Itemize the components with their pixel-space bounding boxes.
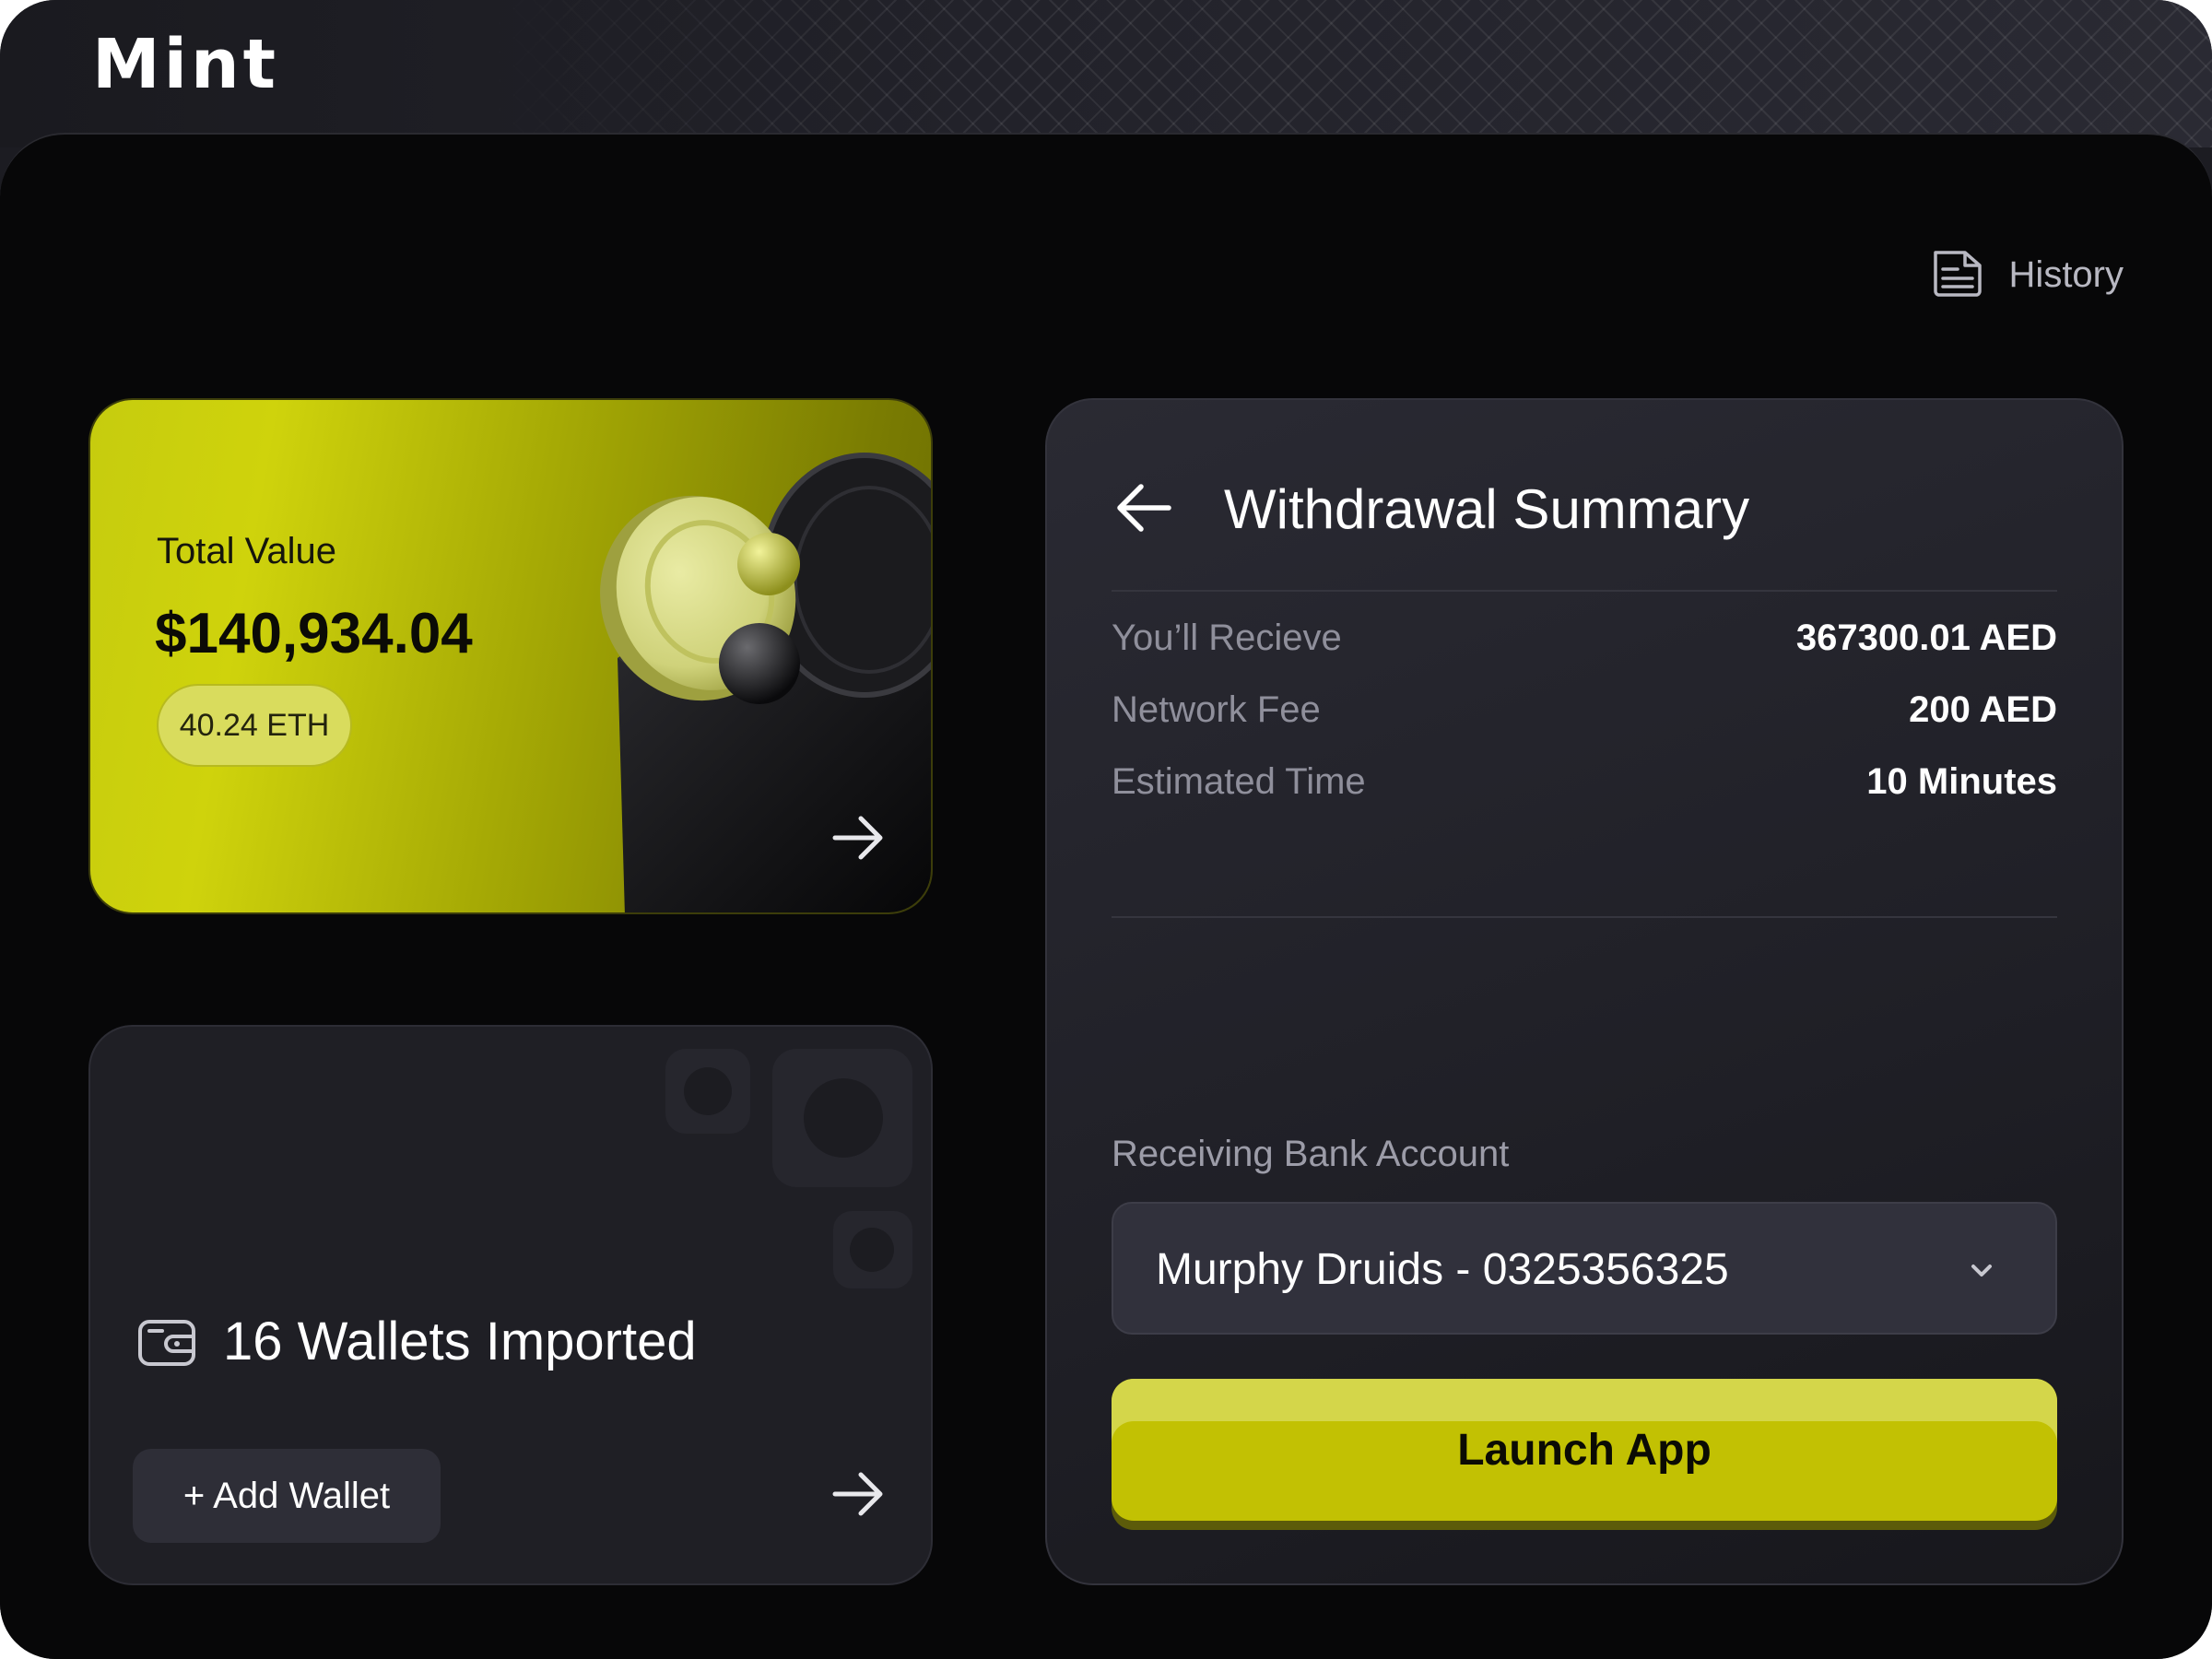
summary-row-value: 367300.01 AED bbox=[1795, 618, 2057, 658]
summary-row-value: 200 AED bbox=[1909, 689, 2057, 730]
bank-account-label: Receiving Bank Account bbox=[1112, 1134, 1510, 1174]
wallet-icon bbox=[138, 1319, 195, 1366]
bank-account-select[interactable]: Murphy Druids - 0325356325 bbox=[1112, 1202, 2057, 1335]
summary-row-estimated-time: Estimated Time 10 Minutes bbox=[1112, 761, 2057, 803]
wallets-imported-count: 16 Wallets Imported bbox=[223, 1312, 697, 1371]
summary-row-label: You’ll Recieve bbox=[1112, 618, 1342, 658]
total-value-card[interactable]: Total Value $140,934.04 40.24 ETH bbox=[88, 398, 933, 914]
decorative-dot bbox=[850, 1228, 894, 1272]
top-bar: Mint bbox=[0, 0, 2212, 147]
summary-row-label: Network Fee bbox=[1112, 689, 1321, 730]
summary-row-label: Estimated Time bbox=[1112, 761, 1366, 802]
add-wallet-button[interactable]: + Add Wallet bbox=[133, 1449, 441, 1543]
hatch-pattern bbox=[479, 0, 2212, 147]
total-value-amount: $140,934.04 bbox=[155, 602, 473, 665]
chevron-down-icon bbox=[1971, 1265, 1992, 1277]
divider bbox=[1112, 916, 2057, 918]
wallets-title: 16 Wallets Imported bbox=[136, 1311, 697, 1372]
history-button[interactable]: History bbox=[1930, 247, 2124, 303]
total-value-label: Total Value bbox=[157, 531, 336, 571]
divider bbox=[1112, 590, 2057, 592]
app-window: Mint History Total Value $140,934.04 40.… bbox=[0, 0, 2212, 1659]
launch-app-button[interactable]: Launch App bbox=[1112, 1379, 2057, 1521]
history-label: History bbox=[2008, 254, 2124, 295]
bank-account-selected-value: Murphy Druids - 0325356325 bbox=[1156, 1245, 1729, 1294]
decorative-dot bbox=[804, 1078, 883, 1158]
eth-balance-badge: 40.24 ETH bbox=[157, 684, 352, 767]
wallets-card: 16 Wallets Imported + Add Wallet bbox=[88, 1025, 933, 1585]
main-content: History Total Value $140,934.04 40.24 ET… bbox=[0, 133, 2212, 1659]
withdrawal-summary-title: Withdrawal Summary bbox=[1224, 478, 1750, 540]
summary-row-value: 10 Minutes bbox=[1866, 761, 2057, 802]
decorative-dot bbox=[684, 1067, 732, 1115]
summary-row-network-fee: Network Fee 200 AED bbox=[1112, 689, 2057, 731]
history-document-icon bbox=[1930, 247, 1985, 303]
withdrawal-summary-panel: Withdrawal Summary You’ll Recieve 367300… bbox=[1045, 398, 2124, 1585]
summary-row-receive: You’ll Recieve 367300.01 AED bbox=[1112, 618, 2057, 659]
arrow-right-icon[interactable] bbox=[828, 1464, 888, 1524]
arrow-left-icon[interactable] bbox=[1112, 476, 1176, 540]
mint-logo[interactable]: Mint bbox=[92, 30, 279, 99]
arrow-right-icon[interactable] bbox=[828, 807, 888, 868]
